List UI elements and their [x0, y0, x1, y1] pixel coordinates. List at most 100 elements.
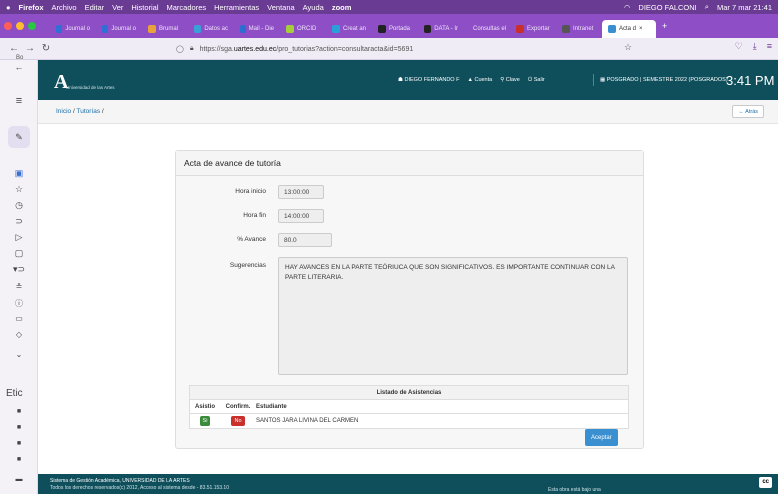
menu-herramientas[interactable]: Herramientas — [214, 3, 259, 12]
breadcrumb-bar: Inicio / Tutorías / ← Atrás — [38, 100, 778, 124]
hora-fin-label: Hora fin — [243, 212, 266, 219]
lock-icon[interactable]: 🔒︎ — [190, 45, 194, 53]
menubar-datetime[interactable]: Mar 7 mar 21:41 — [717, 3, 772, 12]
tab-7[interactable]: Portada — [372, 20, 418, 38]
forward-arrow-icon[interactable]: → — [22, 43, 38, 54]
tab-5[interactable]: ORCID — [280, 20, 326, 38]
sidebar-file-icon[interactable]: ▢ — [0, 248, 38, 259]
wifi-icon[interactable]: ◠ — [624, 3, 631, 12]
bookmarks-toolbar-label[interactable]: Bo — [16, 55, 23, 61]
tab-label: Consultas el — [473, 26, 507, 32]
header-account-link[interactable]: ▲ Cuenta — [467, 77, 492, 84]
back-arrow-icon[interactable]: ← — [6, 43, 22, 54]
menubar-user[interactable]: DIEGO FALCONI — [638, 3, 696, 12]
bookmark-star-icon[interactable]: ☆ — [624, 42, 632, 53]
hora-inicio-field[interactable]: 13:00:00 — [278, 185, 324, 199]
menu-ayuda[interactable]: Ayuda — [303, 3, 324, 12]
sidebar-tag-item-4[interactable]: ■ — [0, 456, 38, 463]
menu-historial[interactable]: Historial — [131, 3, 158, 12]
table-row: Si No SANTOS JARA LIVINA DEL CARMEN — [190, 414, 628, 428]
tab-1[interactable]: Journal o — [96, 20, 142, 38]
tab-label: Brumal — [159, 26, 179, 32]
avance-label: % Avance — [237, 236, 266, 243]
creative-commons-badge[interactable]: cc — [759, 477, 772, 488]
university-logo[interactable]: A — [54, 71, 68, 94]
sidebar-tag-item-3[interactable]: ■ — [0, 440, 38, 447]
tab-4[interactable]: Mail - Die — [234, 20, 280, 38]
sugerencias-textarea[interactable]: HAY AVANCES EN LA PARTE TEÓRIUCA QUE SON… — [278, 257, 628, 375]
shield-icon[interactable]: ◯ — [176, 45, 184, 53]
header-key-link[interactable]: ⚲ Clave — [500, 77, 520, 84]
downloads-icon[interactable]: ⤓ — [753, 41, 757, 52]
close-tab-icon[interactable]: × — [639, 26, 643, 32]
sidebar-menu-icon[interactable]: ≡ — [0, 95, 38, 107]
os-menubar: ● Firefox Archivo Editar Ver Historial M… — [0, 0, 778, 14]
sidebar-star-icon[interactable]: ☆ — [0, 184, 38, 195]
navigation-bar: ← → ↻ ◯ 🔒︎ https://sga.uartes.edu.ec/pro… — [0, 38, 778, 60]
tab-3[interactable]: Datos ac — [188, 20, 234, 38]
menu-icon[interactable]: ≡ — [767, 41, 772, 52]
menu-marcadores[interactable]: Marcadores — [167, 3, 207, 12]
accept-button[interactable]: Aceptar — [585, 429, 618, 446]
tab-label: Journal o — [111, 26, 136, 32]
tab-6[interactable]: Creat an — [326, 20, 372, 38]
web-page: A Universidad de las Artes ☗ DIEGO FERNA… — [38, 60, 778, 494]
sidebar-pen-icon[interactable]: ✎ — [8, 126, 30, 148]
sidebar-bottom-icon[interactable]: ▬ — [0, 476, 38, 483]
sidebar-chat-icon[interactable]: ▭ — [0, 314, 38, 323]
app-menu-firefox[interactable]: Firefox — [19, 3, 44, 12]
minimize-window-button[interactable] — [16, 22, 24, 30]
zoom-menubar-item[interactable]: zoom — [332, 3, 352, 12]
menu-ver[interactable]: Ver — [112, 3, 123, 12]
sidebar-sub-icon-1[interactable]: ≗ — [0, 282, 38, 291]
breadcrumb-home[interactable]: Inicio — [56, 108, 71, 115]
sidebar-expand-icon[interactable]: ⌄ — [0, 350, 38, 359]
sidebar-tag-item-1[interactable]: ■ — [0, 408, 38, 415]
sidebar-send-icon[interactable]: ▷ — [0, 232, 38, 243]
maximize-window-button[interactable] — [28, 22, 36, 30]
new-tab-button[interactable]: + — [656, 21, 673, 31]
attendance-header-row: Asistio Confirm. Estudiante — [190, 400, 628, 414]
sidebar-label-icon[interactable]: ▾⊃ — [0, 264, 38, 275]
sidebar-clock-icon[interactable]: ◷ — [0, 200, 38, 211]
tab-9[interactable]: Consultas el — [464, 20, 510, 38]
sidebar-tag-icon[interactable]: ⊃ — [0, 216, 38, 227]
footer-line-2: Todos los derechos reservados(c) 2012, A… — [50, 485, 229, 491]
pocket-icon[interactable]: ♡ — [735, 41, 743, 52]
search-icon[interactable]: ⌕ — [705, 2, 709, 12]
menu-ventana[interactable]: Ventana — [267, 3, 295, 12]
sugerencias-label: Sugerencias — [229, 262, 266, 269]
breadcrumb-tutorias[interactable]: Tutorías — [77, 108, 101, 115]
window-controls — [4, 22, 36, 30]
tab-11[interactable]: Intranet — [556, 20, 602, 38]
reload-icon[interactable]: ↻ — [38, 43, 54, 54]
tab-2[interactable]: Brumal — [142, 20, 188, 38]
apple-icon[interactable]: ● — [6, 3, 11, 12]
tab-10[interactable]: Exportar — [510, 20, 556, 38]
col-estudiante: Estudiante — [256, 403, 287, 410]
avance-field[interactable]: 80.0 — [278, 233, 332, 247]
menu-editar[interactable]: Editar — [85, 3, 105, 12]
back-button[interactable]: ← Atrás — [732, 105, 764, 118]
sidebar-back-icon[interactable]: ← — [0, 62, 38, 72]
tab-0[interactable]: Journal o — [50, 20, 96, 38]
sidebar-tag2-icon[interactable]: ◇ — [0, 330, 38, 339]
tab-favicon-icon — [608, 25, 616, 33]
header-user-link[interactable]: ☗ DIEGO FERNANDO F — [398, 77, 459, 84]
tab-label: Portada — [389, 26, 411, 32]
sidebar-inbox-icon[interactable]: ▣ — [0, 168, 38, 179]
tab-active[interactable]: Acta d × — [602, 20, 656, 38]
tab-label: Intranet — [573, 26, 594, 32]
header-period[interactable]: ▦ POSGRADO | SEMESTRE 2022 (POSGRADOS) — [600, 77, 728, 83]
acta-panel: Acta de avance de tutoría Hora inicio 13… — [175, 150, 644, 449]
header-logout-link[interactable]: ⏻ Salir — [528, 77, 545, 84]
hora-fin-field[interactable]: 14:00:00 — [278, 209, 324, 223]
url-text[interactable]: https://sga.uartes.edu.ec/pro_tutorias?a… — [200, 46, 414, 53]
sidebar-tag-item-2[interactable]: ■ — [0, 424, 38, 431]
menu-archivo[interactable]: Archivo — [52, 3, 77, 12]
sidebar-info-icon[interactable]: ⓘ — [0, 298, 38, 309]
tab-label: Acta d — [619, 26, 637, 32]
tab-8[interactable]: DATA - Ir — [418, 20, 464, 38]
url-bar[interactable]: ◯ 🔒︎ https://sga.uartes.edu.ec/pro_tutor… — [176, 41, 632, 57]
close-window-button[interactable] — [4, 22, 12, 30]
